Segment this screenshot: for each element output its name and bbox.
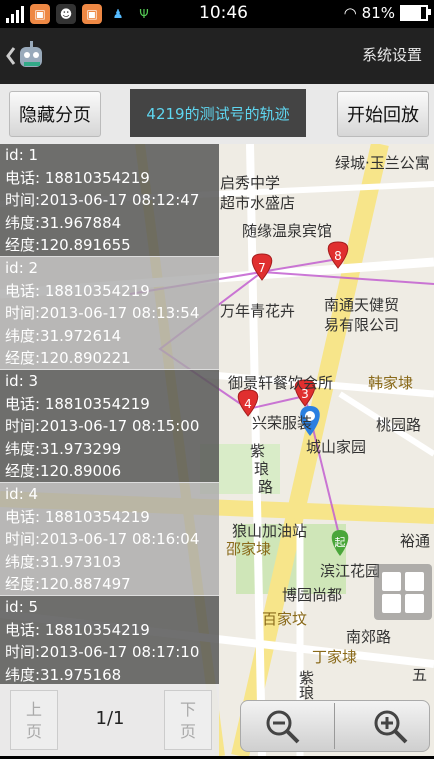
- list-item[interactable]: id: 4 电话: 18810354219 时间:2013-06-17 08:16:…: [0, 483, 219, 596]
- record-phone: 电话: 18810354219: [5, 168, 150, 187]
- pager: 上页 1/1 下页: [0, 684, 219, 756]
- status-left: ▣ ☻ ▣ ♟ Ψ: [6, 4, 154, 24]
- signal-icon: [6, 5, 24, 23]
- status-right: ◠ 81%: [343, 4, 431, 22]
- record-phone: 电话: 18810354219: [5, 620, 150, 639]
- record-lng: 经度:120.891655: [5, 236, 131, 255]
- next-page-label: 下页: [179, 700, 196, 741]
- record-lat: 纬度:31.972614: [5, 326, 122, 345]
- record-lat: 纬度:31.975168: [5, 665, 122, 684]
- map-label: 万年青花卉: [220, 302, 296, 320]
- battery-icon: [400, 5, 431, 21]
- map-label: 城山家园: [306, 438, 367, 456]
- record-time: 时间:2013-06-17 08:12:47: [5, 191, 200, 210]
- record-time: 时间:2013-06-17 08:16:04: [5, 530, 200, 549]
- robot-back-icon: [6, 41, 42, 67]
- list-item[interactable]: id: 3 电话: 18810354219 时间:2013-06-17 08:15:…: [0, 370, 219, 483]
- zoom-out-icon: [266, 710, 300, 744]
- prev-page-label: 上页: [25, 700, 42, 741]
- record-lng: 经度:120.89006: [5, 462, 122, 481]
- record-phone: 电话: 18810354219: [5, 507, 150, 526]
- map-label: 兴荣服装: [252, 414, 313, 432]
- record-time: 时间:2013-06-17 08:15:00: [5, 417, 200, 436]
- map-label: 随缘温泉宾馆: [242, 222, 333, 240]
- map-label: 丁家埭: [312, 648, 358, 666]
- map-label: 韩家埭: [368, 374, 414, 392]
- map-label: 博园尚都: [282, 586, 343, 604]
- start-marker-label: 起: [335, 536, 346, 549]
- status-bar: ▣ ☻ ▣ ♟ Ψ 10:46 ◠ 81%: [0, 0, 434, 28]
- map-label: 易有限公司: [324, 316, 400, 334]
- system-settings-link[interactable]: 系统设置: [362, 44, 422, 65]
- record-lat: 纬度:31.973103: [5, 552, 122, 571]
- marker-4-label: 4: [244, 397, 252, 411]
- app-notification-icon: ▣: [30, 4, 50, 24]
- map-label: 邵家埭: [226, 540, 272, 558]
- prev-page-button[interactable]: 上页: [10, 690, 58, 750]
- track-title: 4219的测试号的轨迹: [130, 89, 306, 137]
- record-time: 时间:2013-06-17 08:13:54: [5, 304, 200, 323]
- top-toolbar: 系统设置: [0, 28, 434, 84]
- back-button[interactable]: [6, 38, 50, 74]
- app-notification-icon-2: ▣: [82, 4, 102, 24]
- map-label: 桃园路: [376, 416, 422, 434]
- record-id: id: 2: [5, 259, 39, 277]
- clock: 10:46: [199, 3, 248, 23]
- record-lat: 纬度:31.973299: [5, 439, 122, 458]
- map-label: 路: [258, 478, 274, 496]
- marker-8-label: 8: [334, 249, 342, 263]
- start-playback-button[interactable]: 开始回放: [337, 91, 429, 137]
- record-lng: 经度:120.890221: [5, 349, 131, 368]
- map-label: 启秀中学: [220, 174, 281, 192]
- record-phone: 电话: 18810354219: [5, 281, 150, 300]
- track-point-list[interactable]: id: 1 电话: 18810354219 时间:2013-06-17 08:12:…: [0, 144, 219, 684]
- record-time: 时间:2013-06-17 08:17:10: [5, 643, 200, 662]
- map-label: 裕通: [400, 532, 431, 550]
- record-id: id: 3: [5, 372, 39, 390]
- list-item[interactable]: id: 2 电话: 18810354219 时间:2013-06-17 08:13:…: [0, 257, 219, 370]
- map-label: 绿城·玉兰公寓: [335, 154, 430, 172]
- hide-paging-button[interactable]: 隐藏分页: [9, 91, 101, 137]
- zoom-in-button[interactable]: [371, 707, 411, 747]
- record-id: id: 5: [5, 598, 39, 616]
- map-label: 五: [412, 666, 428, 684]
- page-indicator: 1/1: [95, 708, 125, 729]
- battery-text: 81%: [361, 4, 395, 22]
- map-label: 滨江花园: [320, 562, 381, 580]
- zoom-separator: [334, 703, 335, 749]
- zoom-controls: [240, 700, 430, 752]
- next-page-button[interactable]: 下页: [164, 690, 212, 750]
- qq-penguin-icon: ♟: [112, 7, 124, 21]
- zoom-in-icon: [374, 710, 408, 744]
- action-bar: 隐藏分页 4219的测试号的轨迹 开始回放: [0, 84, 434, 144]
- map-label: 超市水盛店: [220, 194, 296, 212]
- record-id: id: 1: [5, 146, 39, 164]
- list-item[interactable]: id: 5 电话: 18810354219 时间:2013-06-17 08:17:…: [0, 596, 219, 684]
- map-label: 百家坟: [262, 610, 308, 628]
- usb-icon: Ψ: [139, 7, 149, 21]
- record-lng: 经度:120.887497: [5, 575, 131, 594]
- marker-7-label: 7: [258, 261, 266, 275]
- layers-button[interactable]: [374, 564, 432, 620]
- map-label: 御景轩餐饮会所: [228, 374, 334, 392]
- wifi-icon: ◠: [343, 4, 357, 22]
- map-label: 南通天健贸: [324, 296, 400, 314]
- list-item[interactable]: id: 1 电话: 18810354219 时间:2013-06-17 08:12:…: [0, 144, 219, 257]
- qq-icon: ☻: [56, 4, 76, 24]
- record-lat: 纬度:31.967884: [5, 213, 122, 232]
- record-id: id: 4: [5, 485, 39, 503]
- record-phone: 电话: 18810354219: [5, 394, 150, 413]
- zoom-out-button[interactable]: [263, 707, 303, 747]
- map-label: 南郊路: [346, 628, 392, 646]
